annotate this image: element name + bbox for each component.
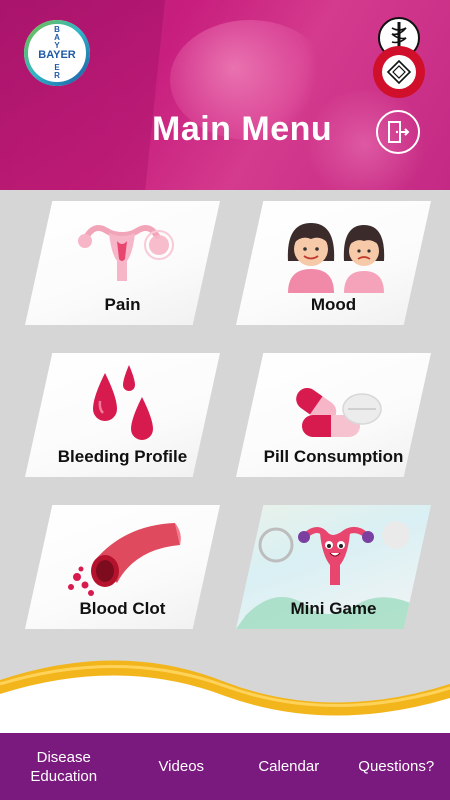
menu-tile-label: Mood	[310, 295, 357, 314]
uterus-icon	[78, 224, 174, 281]
nav-questions[interactable]: Questions?	[343, 733, 450, 800]
svg-text:R: R	[54, 71, 60, 80]
decorative-wave	[0, 660, 450, 735]
menu-tile-pain[interactable]: Pain	[25, 201, 220, 325]
menu-tile-label: Pain	[104, 295, 141, 314]
menu-tile-pill-consumption[interactable]: Pill Consumption	[236, 353, 431, 477]
nav-disease-education[interactable]: Disease Education	[0, 733, 128, 800]
menu-tile-label: Bleeding Profile	[57, 447, 188, 466]
menu-tile-mood[interactable]: Mood	[236, 201, 431, 325]
logout-button[interactable]	[376, 110, 420, 154]
blood-vessel-icon	[68, 523, 181, 596]
menu-tile-blood-clot[interactable]: Blood Clot	[25, 505, 220, 629]
exit-door-icon	[388, 121, 410, 143]
nav-calendar[interactable]: Calendar	[235, 733, 343, 800]
menu-tile-mini-game[interactable]: Mini Game	[236, 505, 431, 629]
bayer-logo: BAYER B A Y E R	[24, 20, 90, 86]
app-header: BAYER B A Y E R Main Menu	[0, 0, 450, 190]
svg-text:Y: Y	[54, 41, 60, 50]
menu-tile-label: Blood Clot	[79, 599, 166, 618]
menu-tile-label: Mini Game	[290, 599, 377, 618]
page-title: Main Menu	[152, 110, 333, 148]
medical-association-logo	[373, 17, 425, 98]
blood-drops-icon	[93, 365, 153, 440]
bottom-navigation: Disease Education Videos Calendar Questi…	[0, 733, 450, 800]
pills-icon	[296, 388, 382, 437]
mood-faces-icon	[287, 223, 385, 293]
nav-videos[interactable]: Videos	[128, 733, 236, 800]
menu-tile-label: Pill Consumption	[263, 447, 404, 466]
svg-text:BAYER: BAYER	[38, 49, 76, 61]
menu-tile-bleeding-profile[interactable]: Bleeding Profile	[25, 353, 220, 477]
